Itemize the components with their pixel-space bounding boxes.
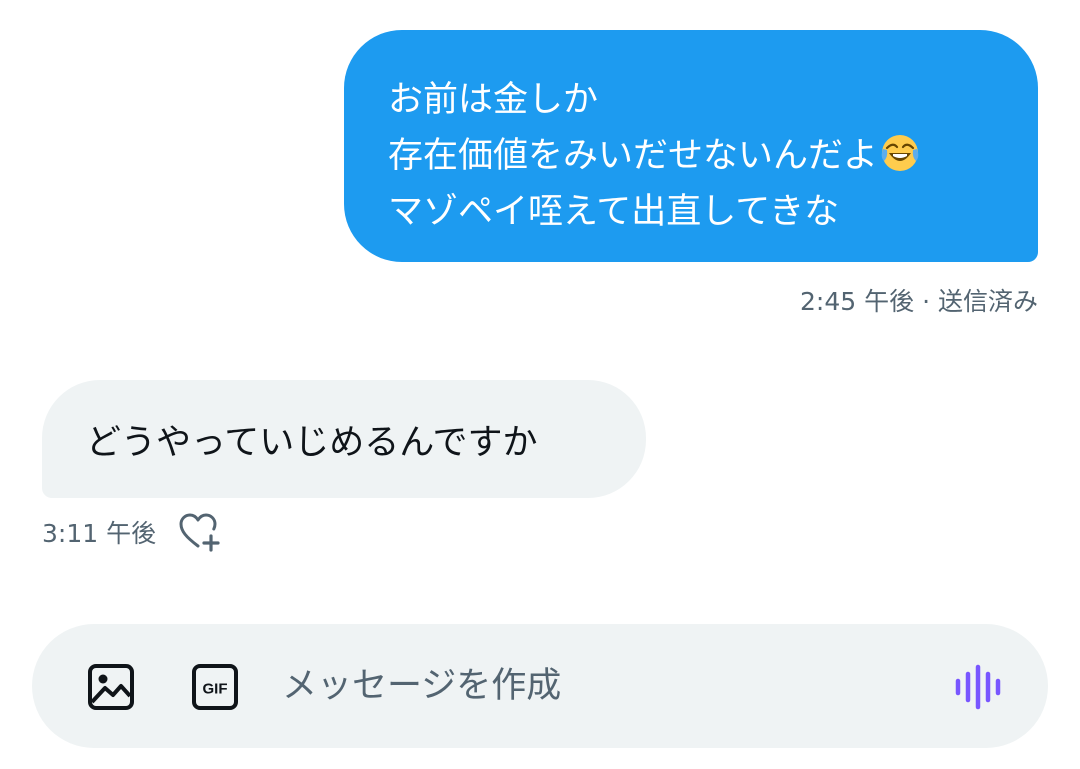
received-message-meta: 3:11 午後 <box>42 512 222 552</box>
meta-separator: · <box>922 287 931 316</box>
received-message-text: どうやっていじめるんですか <box>86 422 538 463</box>
gif-button[interactable]: GIF <box>190 662 240 712</box>
voice-waveform-icon[interactable] <box>952 662 1008 712</box>
gif-icon: GIF <box>192 664 238 710</box>
sent-message-line-1: お前は金しか <box>388 80 599 120</box>
sent-message-line-3: マゾペイ咥えて出直してきな <box>388 192 840 232</box>
add-reaction-heart-icon[interactable] <box>178 512 222 552</box>
sent-message-line-2-text: 存在価値をみいだせないんだよ <box>388 136 879 176</box>
message-composer: GIF <box>32 624 1048 748</box>
sent-timestamp: 2:45 午後 <box>800 287 915 316</box>
received-message-bubble[interactable]: どうやっていじめるんですか <box>42 380 646 498</box>
received-timestamp: 3:11 午後 <box>42 519 157 548</box>
message-input[interactable] <box>282 654 922 718</box>
face-with-tears-of-joy-icon <box>881 135 919 171</box>
gif-label: GIF <box>203 681 228 698</box>
sent-message-line-2: 存在価値をみいだせないんだよ <box>388 128 1008 184</box>
sent-message-bubble[interactable]: お前は金しか 存在価値をみいだせないんだよ マゾペイ咥えて出直してきな <box>344 30 1038 262</box>
dm-conversation: お前は金しか 存在価値をみいだせないんだよ マゾペイ咥えて出直してきな 2:45… <box>0 0 1080 769</box>
image-icon[interactable] <box>86 662 136 712</box>
sent-status: 送信済み <box>937 287 1038 316</box>
sent-message-meta: 2:45 午後 · 送信済み <box>800 282 1038 318</box>
